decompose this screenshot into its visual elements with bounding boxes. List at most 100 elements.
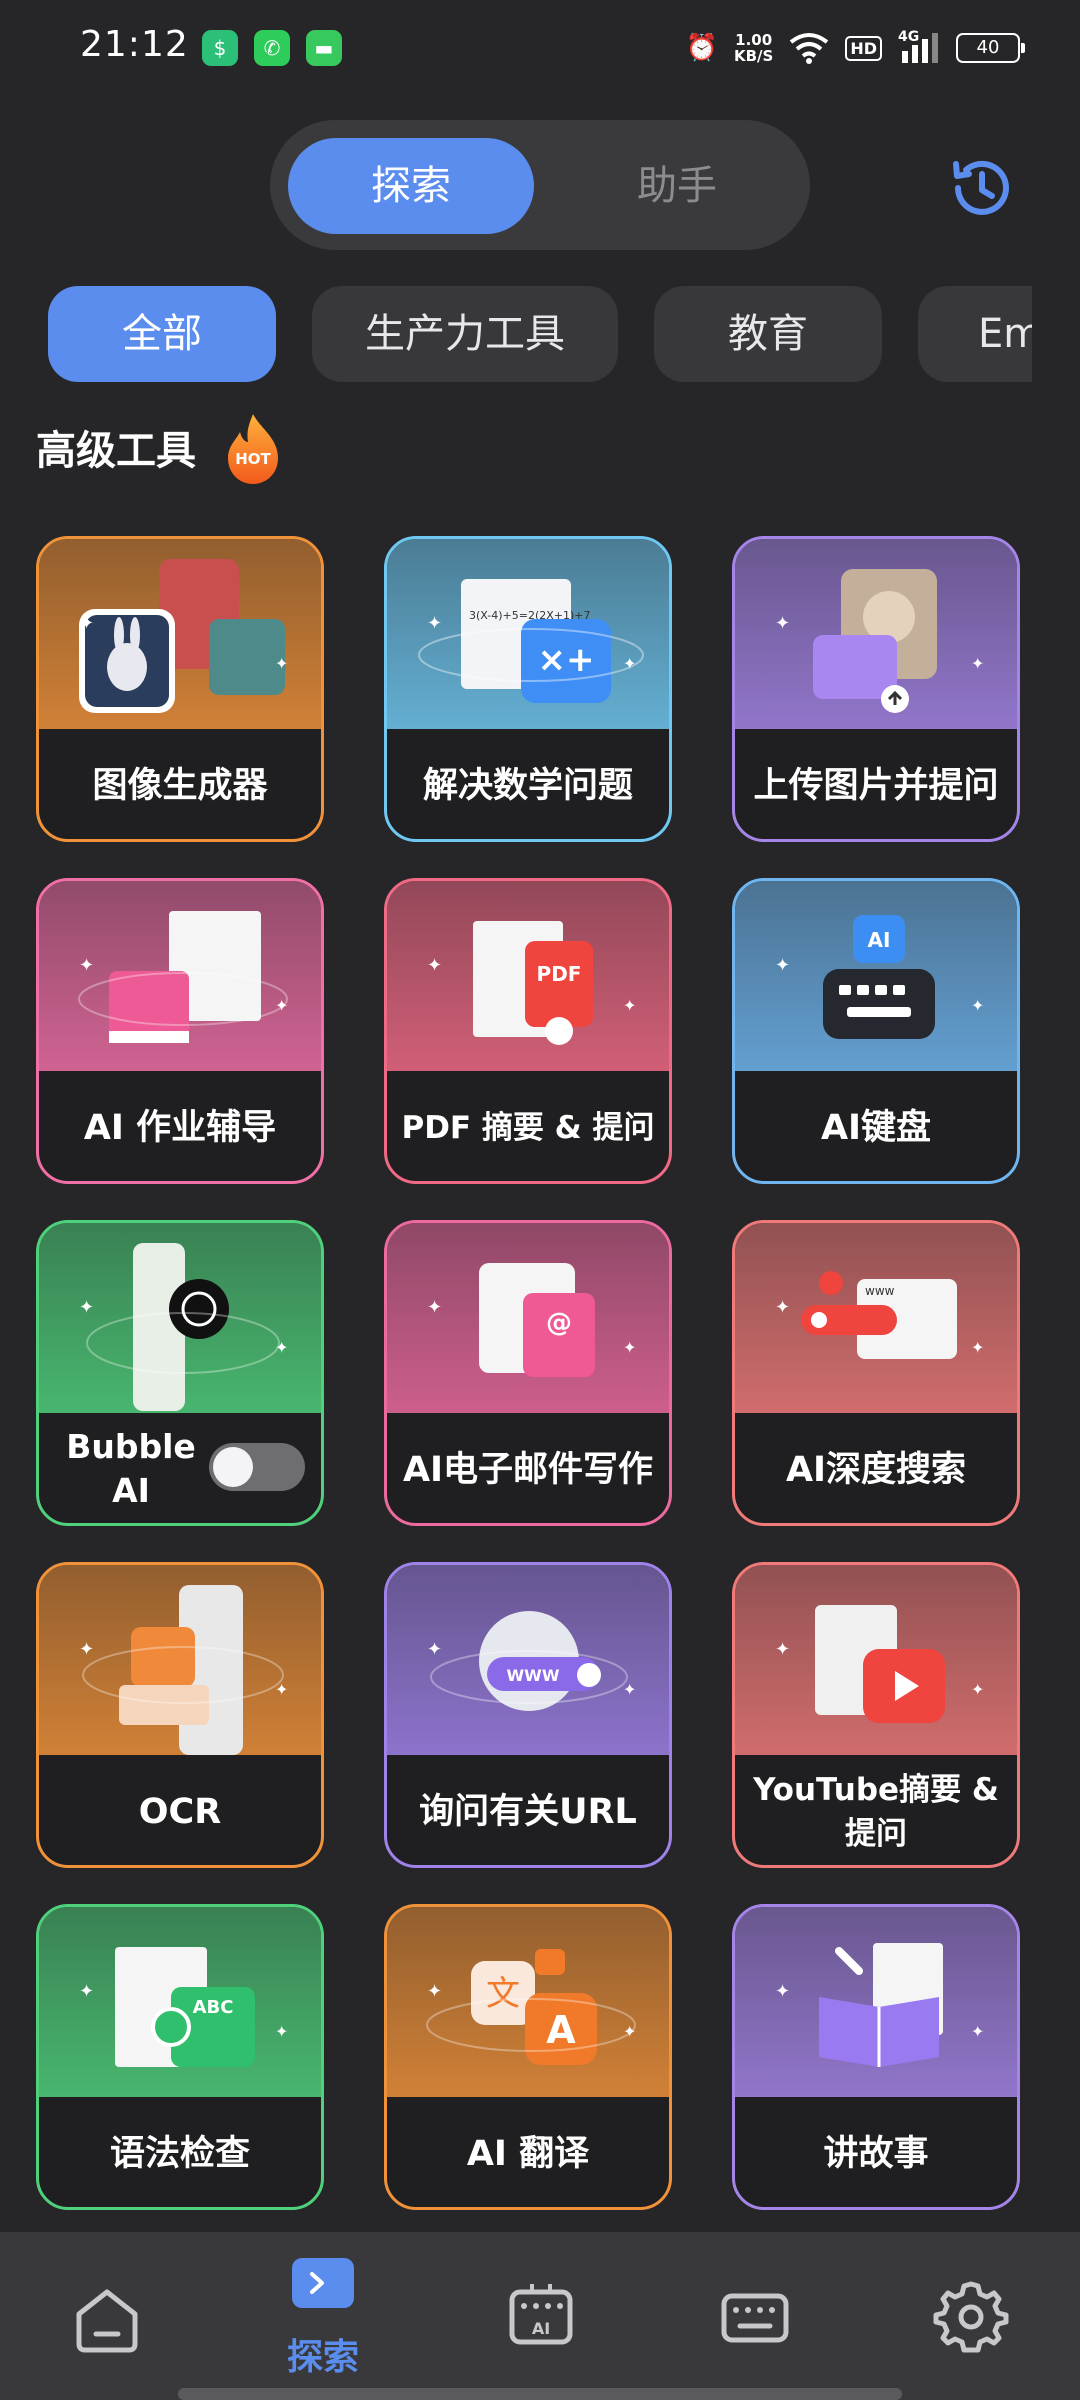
shield-app-icon: $ xyxy=(202,30,238,66)
mode-switch: 探索 助手 xyxy=(270,120,810,250)
svg-text:✦: ✦ xyxy=(623,654,636,673)
tab-explore[interactable]: 探索 xyxy=(288,138,534,234)
home-indicator[interactable] xyxy=(178,2388,902,2400)
tool-card-ai-translate[interactable]: 文 A ✦ ✦ AI 翻译 xyxy=(384,1904,672,2210)
svg-text:✦: ✦ xyxy=(971,1680,984,1699)
section-title: 高级工具 xyxy=(36,428,196,474)
svg-text:PDF: PDF xyxy=(537,962,582,986)
svg-text:WWW: WWW xyxy=(507,1666,560,1685)
storybook-icon: ✦ ✦ xyxy=(735,1907,1017,2097)
tool-label: AI 翻译 xyxy=(466,2133,590,2174)
svg-text:✦: ✦ xyxy=(79,955,94,976)
hot-label: HOT xyxy=(235,450,271,468)
pdf-icon: PDF ✦ ✦ xyxy=(387,881,669,1071)
svg-text:✦: ✦ xyxy=(275,2022,288,2041)
tool-label: YouTube摘要 & 提问 xyxy=(753,1771,999,1852)
tool-card-ai-email-writer[interactable]: @ ✦ ✦ AI电子邮件写作 xyxy=(384,1220,672,1526)
tool-card-bubble-ai[interactable]: ✦ ✦ Bubble AI xyxy=(36,1220,324,1526)
net-speed-value: 1.00 xyxy=(735,31,773,49)
tool-card-upload-image-ask[interactable]: ✦ ✦ 上传图片并提问 xyxy=(732,536,1020,842)
tool-card-ask-url[interactable]: WWW ✦ ✦ 询问有关URL xyxy=(384,1562,672,1868)
svg-text:✦: ✦ xyxy=(275,654,288,673)
svg-text:✦: ✦ xyxy=(275,996,288,1015)
category-all[interactable]: 全部 xyxy=(48,286,276,382)
tool-label: 上传图片并提问 xyxy=(753,765,999,806)
scan-icon: ✦ ✦ xyxy=(39,1565,321,1755)
home-icon xyxy=(76,2289,138,2353)
tool-card-youtube-summary[interactable]: ✦ ✦ YouTube摘要 & 提问 xyxy=(732,1562,1020,1868)
tool-card-pdf-summary[interactable]: PDF ✦ ✦ PDF 摘要 & 提问 xyxy=(384,878,672,1184)
svg-text:@: @ xyxy=(546,1308,572,1338)
keyboard-icon: AI ✦ ✦ xyxy=(735,881,1017,1071)
status-time: 21:12 xyxy=(80,24,189,65)
svg-text:✦: ✦ xyxy=(427,955,442,976)
svg-text:✦: ✦ xyxy=(971,1338,984,1357)
svg-text:AI: AI xyxy=(868,928,891,952)
tool-label: 讲故事 xyxy=(823,2133,929,2174)
bubble-ai-toggle[interactable] xyxy=(209,1443,305,1491)
svg-text:✦: ✦ xyxy=(775,613,790,634)
bubble-ai-toggle-row: Bubble AI xyxy=(39,1413,321,1523)
nav-home[interactable] xyxy=(52,2262,162,2372)
tool-card-ai-keyboard[interactable]: AI ✦ ✦ AI键盘 xyxy=(732,878,1020,1184)
svg-text:✦: ✦ xyxy=(775,1639,790,1660)
status-indicators: ⏰ 1.00 KB/S HD 4G 40 xyxy=(685,26,1025,70)
tool-card-storytelling[interactable]: ✦ ✦ 讲故事 xyxy=(732,1904,1020,2210)
upload-photo-icon: ✦ ✦ xyxy=(735,539,1017,729)
battery-indicator: 40 xyxy=(956,33,1025,63)
hot-fire-icon: HOT xyxy=(228,414,278,484)
bottom-nav: 探索 AI xyxy=(0,2232,1080,2400)
nav-explore-label: 探索 xyxy=(286,2337,359,2378)
spellcheck-icon: ABC ✦ ✦ xyxy=(39,1907,321,2097)
tab-assistant[interactable]: 助手 xyxy=(554,138,800,234)
tool-label: 图像生成器 xyxy=(92,765,268,806)
signal-icon: 4G xyxy=(898,29,940,65)
tool-card-image-generator[interactable]: ✦ ✦ 图像生成器 xyxy=(36,536,324,842)
globe-icon: WWW ✦ ✦ xyxy=(387,1565,669,1755)
svg-text:✦: ✦ xyxy=(79,1297,94,1318)
svg-text:✦: ✦ xyxy=(623,996,636,1015)
tool-card-grammar-check[interactable]: ABC ✦ ✦ 语法检查 xyxy=(36,1904,324,2210)
status-bar: 21:12 $ ✆ ▬ ⏰ 1.00 KB/S HD 4G 40 xyxy=(0,0,1080,96)
svg-text:✦: ✦ xyxy=(623,1680,636,1699)
nav-keyboard[interactable] xyxy=(700,2262,810,2372)
nav-explore[interactable]: 探索 xyxy=(268,2258,378,2378)
settings-icon xyxy=(933,2281,1009,2353)
tool-label: 询问有关URL xyxy=(419,1791,637,1832)
tool-label: OCR xyxy=(138,1791,222,1832)
tool-label: AI 作业辅导 xyxy=(83,1107,277,1148)
video-play-icon: ✦ ✦ xyxy=(735,1565,1017,1755)
svg-text:www: www xyxy=(865,1284,895,1298)
svg-text:✦: ✦ xyxy=(79,613,94,634)
tool-card-ocr[interactable]: ✦ ✦ OCR xyxy=(36,1562,324,1868)
explore-icon xyxy=(292,2258,354,2308)
svg-text:A: A xyxy=(546,2008,576,2052)
nav-ai-keyboard[interactable]: AI xyxy=(486,2262,596,2372)
tool-card-math-solver[interactable]: 3(X-4)+5=2(2X+1)+7 ×+ ✦ ✦ 解决数学问题 xyxy=(384,536,672,842)
tool-label: 语法检查 xyxy=(109,2133,250,2174)
svg-text:✦: ✦ xyxy=(623,1338,636,1357)
toggle-knob xyxy=(213,1447,253,1487)
svg-text:✦: ✦ xyxy=(971,654,984,673)
category-more[interactable]: Em xyxy=(918,286,1032,382)
translate-icon: 文 A ✦ ✦ xyxy=(387,1907,669,2097)
tool-label: AI深度搜索 xyxy=(785,1449,967,1490)
svg-text:✦: ✦ xyxy=(427,1639,442,1660)
svg-text:✦: ✦ xyxy=(427,613,442,634)
ai-keyboard-icon: AI xyxy=(509,2284,573,2345)
nav-settings[interactable] xyxy=(916,2262,1026,2372)
svg-text:✦: ✦ xyxy=(79,1639,94,1660)
net-speed: 1.00 KB/S xyxy=(734,32,773,64)
category-productivity[interactable]: 生产力工具 xyxy=(312,286,618,382)
tool-card-ai-deep-search[interactable]: www ✦ ✦ AI深度搜索 xyxy=(732,1220,1020,1526)
tool-label: PDF 摘要 & 提问 xyxy=(401,1109,655,1146)
svg-text:✦: ✦ xyxy=(427,1297,442,1318)
svg-text:AI: AI xyxy=(532,2319,550,2338)
book-icon: ✦ ✦ xyxy=(39,881,321,1071)
history-icon[interactable] xyxy=(944,150,1020,226)
alarm-icon: ⏰ xyxy=(685,33,718,63)
tool-card-ai-homework[interactable]: ✦ ✦ AI 作业辅导 xyxy=(36,878,324,1184)
svg-text:✦: ✦ xyxy=(623,2022,636,2041)
category-education[interactable]: 教育 xyxy=(654,286,882,382)
email-icon: @ ✦ ✦ xyxy=(387,1223,669,1413)
